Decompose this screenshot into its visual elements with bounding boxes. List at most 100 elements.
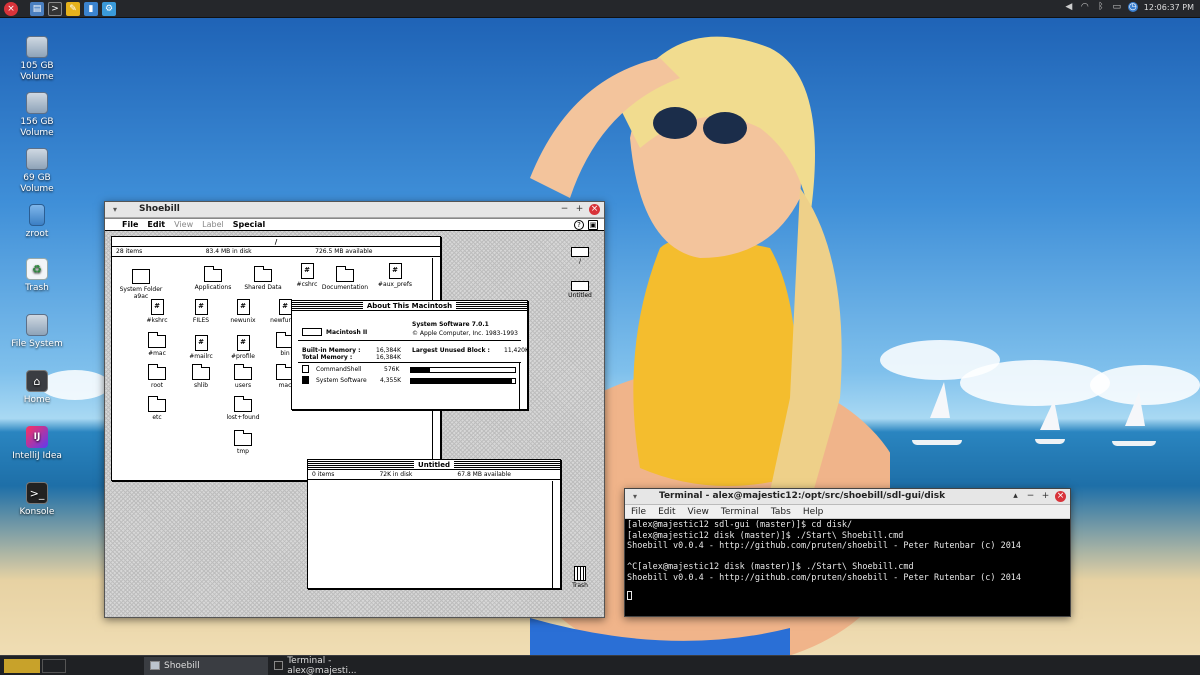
show-desktop-button[interactable] (42, 658, 66, 673)
desktop-icon-home[interactable]: ⌂ Home (7, 370, 67, 406)
divider (298, 362, 521, 363)
finder-window-title[interactable]: / (112, 237, 440, 247)
mac-menu-special[interactable]: Special (233, 220, 266, 229)
folder-icon (234, 430, 252, 446)
window-menu-icon[interactable]: ▾ (633, 492, 637, 501)
finder-window-title[interactable]: Untitled (308, 460, 560, 470)
largest-unused-block-value: 11,420K (504, 347, 529, 354)
terminal-menu-tabs[interactable]: Tabs (771, 505, 791, 518)
finder-window-untitled[interactable]: Untitled 0 items 72K in disk 67.8 MB ava… (307, 459, 561, 589)
mac-menubar: File Edit View Label Special ? ▣ (105, 219, 604, 231)
help-icon[interactable]: ? (574, 219, 584, 230)
minimize-icon[interactable]: − (559, 204, 570, 215)
about-this-macintosh-window[interactable]: About This Macintosh Macintosh II System… (291, 300, 529, 410)
drive-icon (26, 314, 48, 336)
desktop-icon-105gb[interactable]: 105 GB Volume (7, 36, 67, 83)
volume-icon[interactable]: ◀ (1064, 2, 1074, 12)
battery-icon[interactable]: ▭ (1112, 2, 1122, 12)
clock[interactable]: 12:06:37 PM (1144, 3, 1194, 12)
terminal-icon[interactable]: > (48, 1, 62, 16)
app-menu-icon[interactable]: ▣ (588, 219, 598, 230)
finder-item[interactable]: root (132, 364, 182, 389)
mac-menu-file[interactable]: File (122, 220, 138, 229)
desktop-icon-konsole[interactable]: >_ Konsole (7, 482, 67, 518)
notes-icon[interactable]: ✎ (66, 1, 80, 16)
finder-item[interactable]: etc (132, 396, 182, 421)
mac-screen[interactable]: File Edit View Label Special ? ▣ / 28 it… (105, 219, 604, 617)
task-shoebill[interactable]: Shoebill (144, 656, 268, 675)
task-terminal[interactable]: Terminal - alex@majesti... (268, 656, 398, 675)
close-icon[interactable]: × (1055, 491, 1066, 502)
terminal-menu-edit[interactable]: Edit (658, 505, 675, 518)
finder-item[interactable]: System Folder a9ac (116, 269, 166, 300)
workspace-switcher[interactable] (4, 658, 40, 673)
app-name: System Software (316, 377, 367, 384)
finder-item[interactable]: lost+found (218, 396, 268, 421)
save-icon[interactable]: ▤ (30, 1, 44, 16)
built-in-memory-label: Built-in Memory : (302, 347, 361, 354)
close-icon[interactable]: × (589, 204, 600, 215)
shoebill-window[interactable]: ▾ Shoebill − + × File Edit View Label Sp… (104, 201, 605, 618)
finder-item[interactable]: Documentation (320, 266, 370, 291)
maximize-icon[interactable]: + (574, 204, 585, 215)
system-folder-icon (132, 269, 150, 284)
power-icon[interactable]: × (4, 1, 18, 16)
desktop-icon-trash[interactable]: ♻ Trash (7, 258, 67, 294)
minimize-icon[interactable]: − (1025, 491, 1036, 502)
about-window-title[interactable]: About This Macintosh (292, 301, 527, 311)
disk-usage: 83.4 MB in disk (205, 248, 252, 255)
finder-item[interactable]: # #aux_prefs (370, 263, 420, 288)
terminal-menu-view[interactable]: View (688, 505, 709, 518)
mac-menu-view[interactable]: View (174, 220, 193, 229)
items-count: 0 items (312, 471, 335, 478)
desktop-icon-zroot[interactable]: zroot (7, 204, 67, 240)
maximize-icon[interactable]: + (1040, 491, 1051, 502)
finder-item-label: System Folder a9ac (119, 286, 163, 300)
intellij-icon: IJ (26, 426, 48, 448)
desktop-icon-69gb[interactable]: 69 GB Volume (7, 148, 67, 195)
terminal-menu-help[interactable]: Help (803, 505, 824, 518)
mac-menu-label[interactable]: Label (202, 220, 224, 229)
app-memory-bar-fill (411, 379, 512, 383)
top-panel: × ▤ > ✎ ▮ ⚙ ◀ ◠ ᛒ ▭ ◷ 12:06:37 PM (0, 0, 1200, 18)
folder-icon (148, 364, 166, 380)
terminal-output[interactable]: [alex@majestic12 sdl-gui (master)]$ cd d… (625, 519, 1070, 602)
shade-icon[interactable]: ▴ (1010, 491, 1021, 502)
wifi-icon[interactable]: ◠ (1080, 2, 1090, 12)
mac-menu-edit[interactable]: Edit (147, 220, 165, 229)
finder-item[interactable]: tmp (218, 430, 268, 455)
about-scrollbar[interactable] (519, 363, 527, 409)
terminal-menu-file[interactable]: File (631, 505, 646, 518)
shoebill-titlebar[interactable]: ▾ Shoebill − + × (105, 202, 604, 218)
desktop-icon-156gb[interactable]: 156 GB Volume (7, 92, 67, 139)
finder-scrollbar[interactable] (552, 481, 560, 588)
finder-item-label: #mac (148, 350, 166, 357)
folder-icon (234, 396, 252, 412)
mac-desktop-disk-root[interactable]: / (569, 247, 591, 265)
terminal-line: [alex@majestic12 sdl-gui (master)]$ cd d… (627, 520, 853, 530)
editor-icon[interactable]: ▮ (84, 1, 98, 16)
terminal-title: Terminal - alex@majestic12:/opt/src/shoe… (659, 491, 946, 501)
settings-icon[interactable]: ⚙ (102, 1, 116, 16)
mac-disk-icon (571, 281, 589, 291)
terminal-menu-terminal[interactable]: Terminal (721, 505, 759, 518)
desktop-icon-file-system[interactable]: File System (7, 314, 67, 350)
mac-disk-label: / (578, 258, 582, 265)
mac-desktop-trash[interactable]: Trash (569, 566, 591, 589)
terminal-titlebar[interactable]: ▾ Terminal - alex@majestic12:/opt/src/sh… (625, 489, 1070, 505)
finder-item[interactable]: # #kshrc (132, 299, 182, 324)
trash-icon: ♻ (26, 258, 48, 280)
desktop-icon-label: 105 GB Volume (20, 61, 54, 82)
finder-item[interactable]: #mac (132, 332, 182, 357)
bluetooth-icon[interactable]: ᛒ (1096, 2, 1106, 12)
terminal-window[interactable]: ▾ Terminal - alex@majestic12:/opt/src/sh… (624, 488, 1071, 617)
drive-icon (26, 36, 48, 58)
desktop-icon-label: Konsole (19, 507, 55, 517)
wallpaper-sailboat (1125, 392, 1145, 426)
mac-desktop-disk-untitled[interactable]: Untitled (565, 281, 595, 299)
finder-item[interactable]: Shared Data (238, 266, 288, 291)
desktop-icon-intellij[interactable]: IJ IntelliJ Idea (7, 426, 67, 462)
finder-item[interactable]: Applications (188, 266, 238, 291)
window-menu-icon[interactable]: ▾ (113, 205, 117, 214)
desktop-icon-label: Home (23, 395, 51, 405)
